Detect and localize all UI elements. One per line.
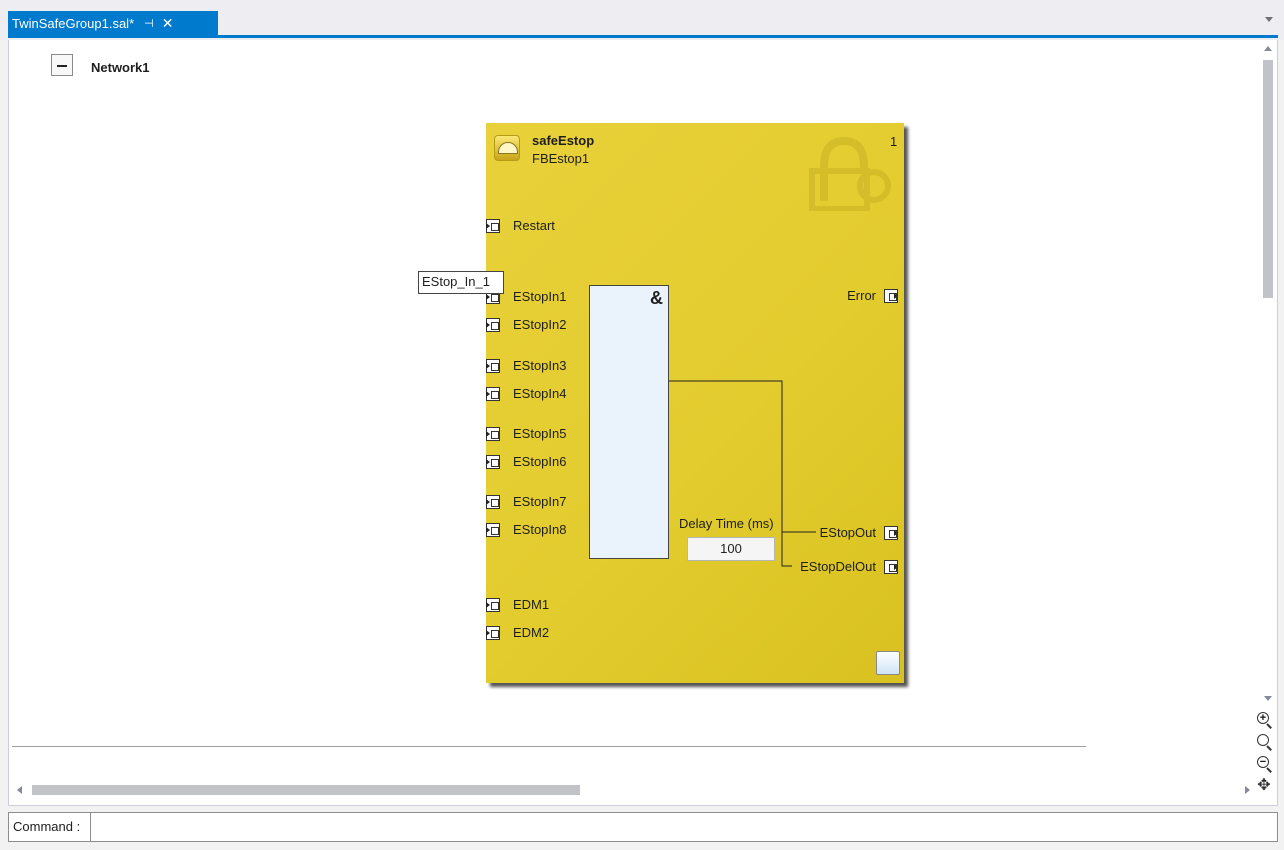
- scroll-right-icon[interactable]: [1245, 786, 1250, 794]
- scroll-left-icon[interactable]: [17, 786, 22, 794]
- pin-icon[interactable]: ⊣: [144, 17, 154, 30]
- network-collapse-button[interactable]: [51, 54, 73, 76]
- tab-list-dropdown-icon[interactable]: [1265, 17, 1273, 22]
- zoom-out-icon[interactable]: −: [1254, 754, 1274, 776]
- scroll-up-icon[interactable]: [1264, 46, 1272, 51]
- block-resize-button[interactable]: [876, 651, 900, 675]
- network-separator: [12, 746, 1086, 747]
- command-bar: Command :: [8, 812, 1278, 842]
- network-label: Network1: [91, 60, 150, 75]
- tab-underline: [8, 35, 1278, 38]
- tab-title: TwinSafeGroup1.sal*: [12, 15, 135, 31]
- close-icon[interactable]: ✕: [162, 15, 174, 32]
- zoom-in-icon[interactable]: +: [1254, 710, 1274, 732]
- command-input[interactable]: [91, 813, 1277, 841]
- vertical-scroll-thumb[interactable]: [1263, 60, 1273, 298]
- variable-name-edit-box[interactable]: EStop_In_1: [418, 271, 504, 294]
- tab-twinsafegroup1[interactable]: TwinSafeGroup1.sal* ⊣ ✕: [8, 11, 218, 35]
- horizontal-scroll-thumb[interactable]: [32, 785, 580, 795]
- zoom-reset-icon[interactable]: [1254, 732, 1274, 754]
- delay-time-input[interactable]: 100: [687, 537, 775, 561]
- safety-editor-canvas[interactable]: Network1 safeEstop FBEstop1 1 Restart ES…: [8, 40, 1278, 806]
- function-block-safeestop[interactable]: safeEstop FBEstop1 1 Restart EStopIn1 ES…: [486, 123, 904, 683]
- internal-wires: [669, 380, 816, 567]
- command-label: Command :: [9, 813, 91, 841]
- delay-time-label: Delay Time (ms): [679, 516, 774, 531]
- horizontal-scrollbar[interactable]: [9, 781, 1253, 799]
- zoom-toolbar: + − ✥: [1254, 710, 1277, 796]
- document-tab-strip: TwinSafeGroup1.sal* ⊣ ✕: [0, 0, 1284, 40]
- vertical-scrollbar[interactable]: [1258, 40, 1277, 701]
- pan-icon[interactable]: ✥: [1254, 776, 1274, 796]
- scroll-down-icon[interactable]: [1264, 696, 1272, 701]
